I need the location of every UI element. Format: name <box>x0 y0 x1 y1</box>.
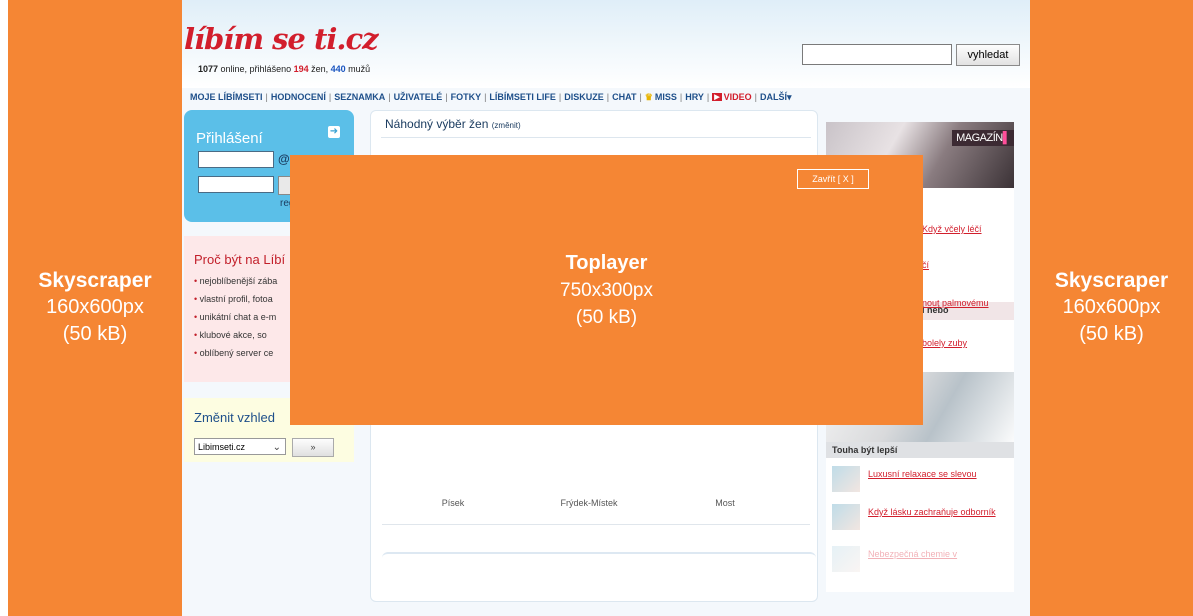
random-title-text: Náhodný výběr žen <box>385 117 489 131</box>
nav-miss[interactable]: MISS <box>655 92 677 102</box>
site-logo[interactable]: líbím se ti.cz <box>184 22 379 56</box>
theme-title: Změnit vzhled <box>194 410 275 425</box>
article-link[interactable]: bolely zuby <box>922 338 967 348</box>
ad-title: Toplayer <box>565 252 648 274</box>
search-button[interactable]: vyhledat <box>956 44 1020 66</box>
video-icon: ▶ <box>712 93 722 101</box>
theme-select[interactable]: Libimseti.cz ⌄ <box>194 438 286 455</box>
why-title: Proč být na Líbí <box>194 252 286 267</box>
ad-size: 750x300px <box>560 280 653 301</box>
login-arrow-icon[interactable]: ➜ <box>328 126 340 138</box>
online-status: 1077 online, přihlášeno 194 žen, 440 muž… <box>198 64 370 74</box>
chevron-down-icon: ⌄ <box>272 442 281 453</box>
random-title: Náhodný výběr žen (změnit) <box>385 117 521 131</box>
random-change-link[interactable]: (změnit) <box>492 121 521 130</box>
profile-city: Frýdek-Místek <box>560 498 618 508</box>
nav-diskuze[interactable]: DISKUZE <box>564 92 604 102</box>
right-skyscraper-ad[interactable]: Skyscraper 160x600px (50 kB) <box>1030 0 1193 616</box>
nav-libimseti-life[interactable]: LÍBÍMSETI LIFE <box>489 92 556 102</box>
online-text: žen, <box>308 64 331 74</box>
nav-uzivatele[interactable]: UŽIVATELÉ <box>394 92 443 102</box>
nav-moje-libimseti[interactable]: MOJE LÍBÍMSETI <box>190 92 263 102</box>
men-count: 440 <box>330 64 346 74</box>
search-input[interactable] <box>802 44 952 65</box>
theme-apply-button[interactable]: » <box>292 438 334 457</box>
nav-seznamka[interactable]: SEZNAMKA <box>334 92 385 102</box>
left-skyscraper-ad[interactable]: Skyscraper 160x600px (50 kB) <box>8 0 182 616</box>
ad-size: 160x600px <box>1062 296 1161 318</box>
divider <box>381 137 811 138</box>
ad-title: Skyscraper <box>38 269 152 292</box>
article-link[interactable]: nout palmovému <box>922 298 989 308</box>
nav-hodnoceni[interactable]: HODNOCENÍ <box>271 92 326 102</box>
nav-chat[interactable]: CHAT <box>612 92 636 102</box>
online-text: mužů <box>345 64 371 74</box>
login-title: Přihlášení <box>196 130 263 147</box>
touha-link[interactable]: Nebezpečná chemie v <box>868 548 1014 561</box>
login-at-sign: @ <box>278 152 290 166</box>
content-box <box>382 552 816 594</box>
login-password-input[interactable] <box>198 176 274 193</box>
magazine-label: MAGAZÍN▌ <box>952 130 1014 146</box>
article-link[interactable]: čí <box>922 260 929 270</box>
nav-dalsi[interactable]: DALŠÍ <box>760 92 787 102</box>
touha-thumbnail <box>832 546 860 572</box>
touha-thumbnail <box>832 504 860 530</box>
touha-link[interactable]: Luxusní relaxace se slevou <box>868 468 1014 481</box>
nav-video[interactable]: VIDEO <box>724 92 752 102</box>
ad-title: Skyscraper <box>1054 269 1169 292</box>
online-count: 1077 <box>198 64 219 74</box>
profile-city: Most <box>715 498 735 508</box>
login-username-input[interactable] <box>198 151 274 168</box>
ad-size: 160x600px <box>46 296 144 318</box>
profile-city: Písek <box>441 498 465 508</box>
ad-weight: (50 kB) <box>575 307 638 328</box>
nav-fotky[interactable]: FOTKY <box>451 92 482 102</box>
touha-link[interactable]: Když lásku zachraňuje odborník <box>868 506 1014 519</box>
article-link[interactable]: Když včely léčí <box>922 224 982 234</box>
touha-header: Touha být lepší <box>826 442 1014 458</box>
caret-down-icon[interactable]: ▾ <box>787 92 792 103</box>
close-button[interactable]: Zavřít [ X ] <box>797 169 869 189</box>
toplayer-ad[interactable]: Zavřít [ X ] Toplayer 750x300px (50 kB) <box>290 155 923 425</box>
online-text: online, přihlášeno <box>218 64 294 74</box>
ad-weight: (50 kB) <box>62 323 128 345</box>
women-count: 194 <box>293 64 309 74</box>
theme-select-value: Libimseti.cz <box>198 442 246 452</box>
touha-thumbnail <box>832 466 860 492</box>
main-nav: MOJE LÍBÍMSETI | HODNOCENÍ | SEZNAMKA | UŽI… <box>190 91 792 103</box>
ad-weight: (50 kB) <box>1079 323 1144 345</box>
nav-hry[interactable]: HRY <box>685 92 704 102</box>
crown-icon: ♛ <box>644 91 653 102</box>
divider <box>382 524 810 525</box>
